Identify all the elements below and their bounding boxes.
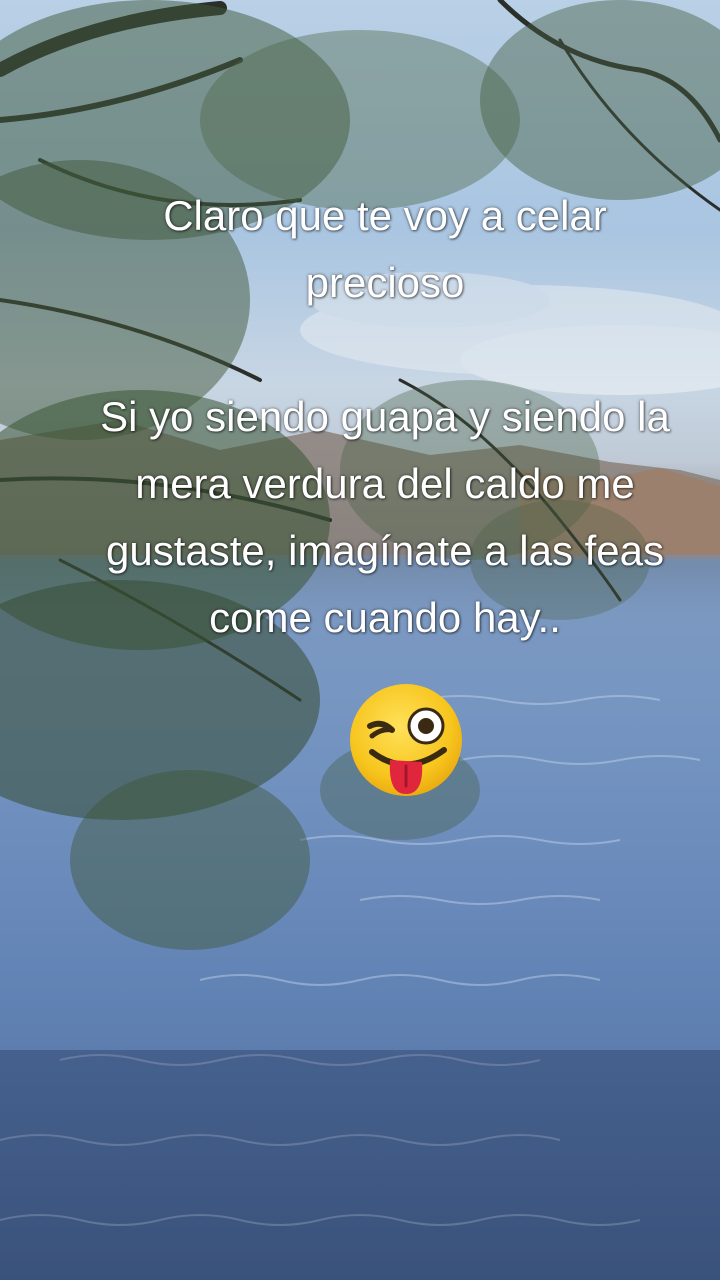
winking-face-with-tongue-icon <box>350 684 462 796</box>
deep-water <box>0 1050 720 1280</box>
story-background: Claro que te voy a celar precioso Si yo … <box>0 0 720 1280</box>
caption-line: mera verdura del caldo me <box>135 460 635 507</box>
caption-line: Si yo siendo guapa y siendo la <box>100 393 670 440</box>
caption-line: precioso <box>305 259 465 306</box>
caption-line: come cuando hay.. <box>209 594 561 641</box>
caption-line: gustaste, imagínate a las feas <box>106 527 664 574</box>
story-caption: Claro que te voy a celar precioso Si yo … <box>40 182 720 651</box>
caption-line: Claro que te voy a celar <box>163 192 607 239</box>
